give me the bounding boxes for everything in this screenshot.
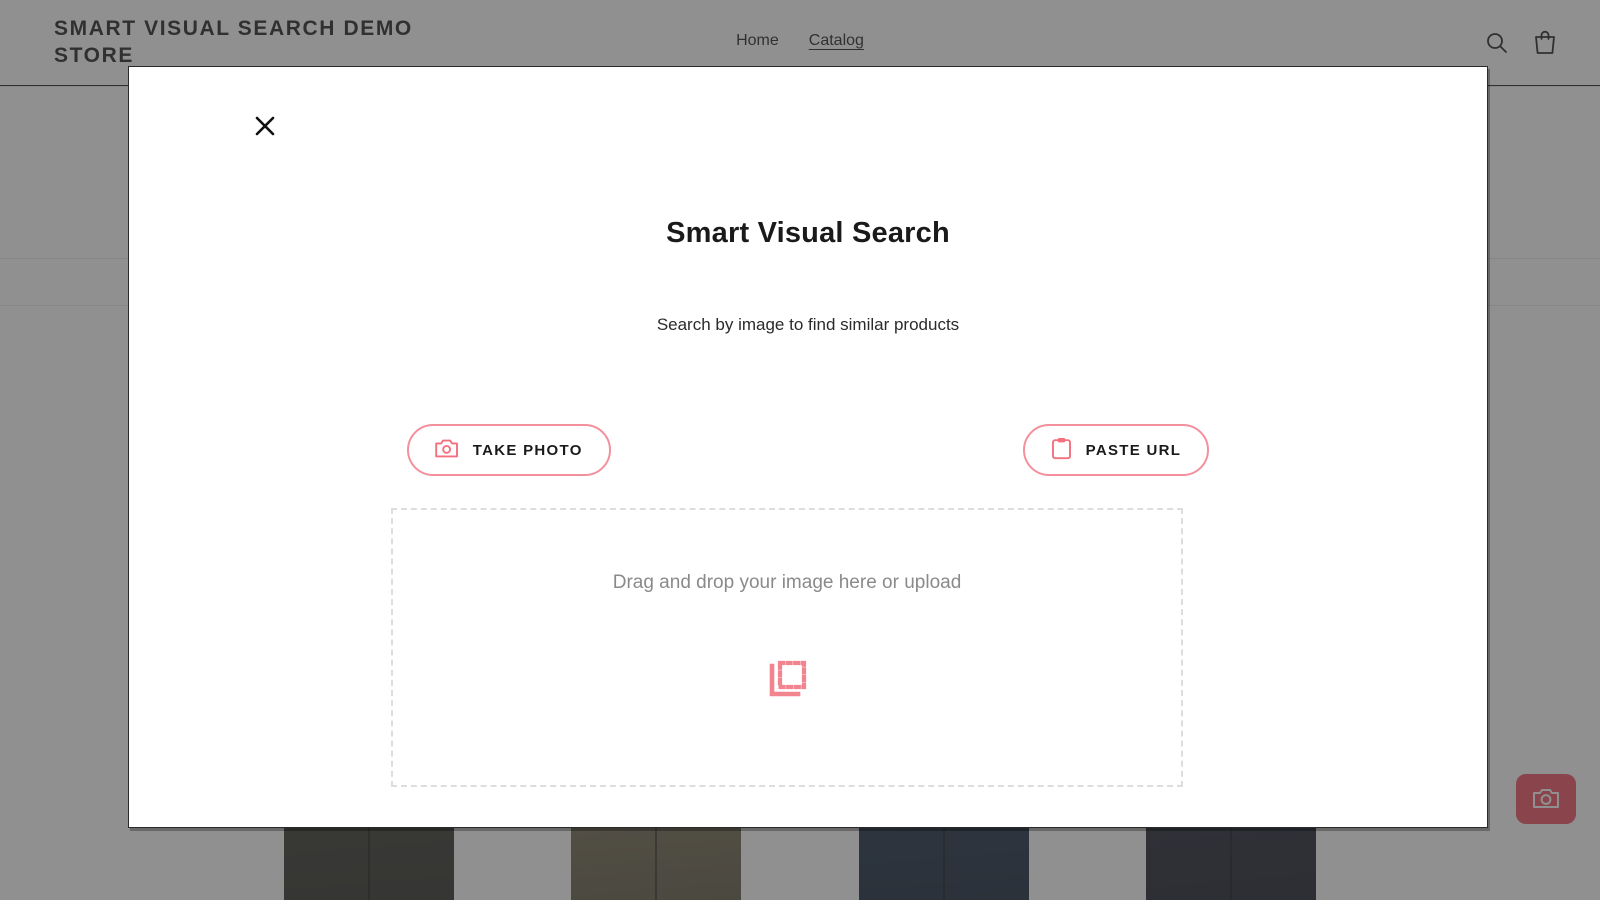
clipboard-icon	[1051, 437, 1072, 464]
take-photo-button[interactable]: TAKE PHOTO	[407, 424, 611, 476]
modal-action-row: TAKE PHOTO PASTE URL	[129, 424, 1487, 476]
insert-image-icon	[765, 658, 809, 707]
take-photo-label: TAKE PHOTO	[473, 442, 583, 459]
paste-url-button[interactable]: PASTE URL	[1023, 424, 1210, 476]
image-dropzone[interactable]: Drag and drop your image here or upload	[391, 508, 1183, 787]
modal-subtitle: Search by image to find similar products	[129, 315, 1487, 335]
modal-title: Smart Visual Search	[129, 217, 1487, 250]
dropzone-label: Drag and drop your image here or upload	[613, 572, 962, 594]
paste-url-label: PASTE URL	[1086, 442, 1182, 459]
camera-icon	[435, 438, 459, 463]
visual-search-modal: Smart Visual Search Search by image to f…	[128, 66, 1488, 828]
modal-body: Smart Visual Search Search by image to f…	[129, 67, 1487, 335]
